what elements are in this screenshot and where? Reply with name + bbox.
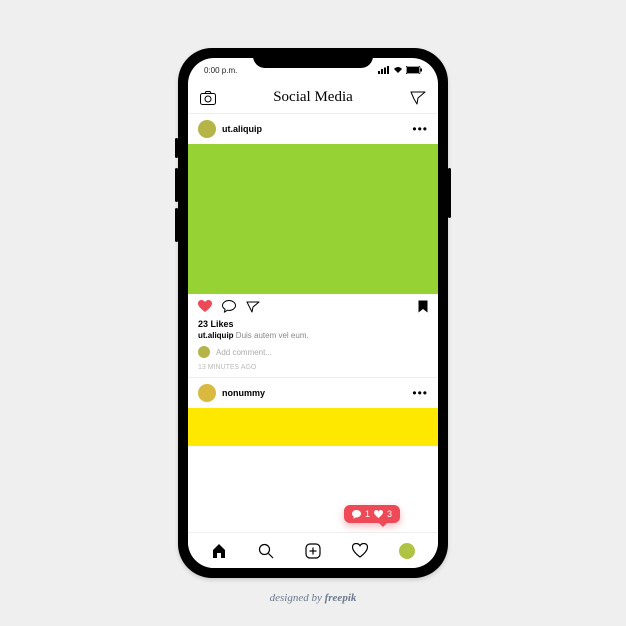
app-header: Social Media xyxy=(188,82,438,114)
battery-icon xyxy=(406,66,422,74)
app-title: Social Media xyxy=(273,89,353,106)
post-image[interactable] xyxy=(188,408,438,446)
profile-avatar xyxy=(399,543,415,559)
credit-prefix: designed by xyxy=(270,592,325,604)
camera-icon[interactable] xyxy=(200,91,216,105)
nav-search-icon[interactable] xyxy=(258,543,274,559)
username: ut.aliquip xyxy=(222,124,262,134)
signal-icon xyxy=(378,66,390,74)
phone-notch xyxy=(253,48,373,68)
caption-username[interactable]: ut.aliquip xyxy=(198,331,234,340)
status-time: 0:00 p.m. xyxy=(204,66,237,75)
timestamp: 13 MINUTES AGO xyxy=(188,362,438,377)
bottom-nav: 1 3 xyxy=(188,532,438,568)
side-button xyxy=(175,168,178,202)
avatar-small xyxy=(198,346,210,358)
wifi-icon xyxy=(393,66,403,74)
user-info[interactable]: nonummy xyxy=(198,384,265,402)
send-icon[interactable] xyxy=(410,91,426,105)
side-button xyxy=(175,208,178,242)
credit-brand: freepik xyxy=(325,592,357,604)
post-image[interactable] xyxy=(188,144,438,294)
caption-text: Duis autem vel eum. xyxy=(236,331,309,340)
credit-text: designed by freepik xyxy=(270,592,357,604)
caption: ut.aliquip Duis autem vel eum. xyxy=(188,329,438,342)
phone-screen: 0:00 p.m. Social Media ut.aliquip ••• xyxy=(188,58,438,568)
nav-profile-icon[interactable] xyxy=(399,543,415,559)
nav-home-icon[interactable] xyxy=(211,543,227,559)
more-icon[interactable]: ••• xyxy=(412,386,428,400)
more-icon[interactable]: ••• xyxy=(412,122,428,136)
nav-add-icon[interactable] xyxy=(305,543,321,559)
share-icon[interactable] xyxy=(246,301,260,313)
post-header: nonummy ••• xyxy=(188,378,438,408)
add-comment-placeholder: Add comment... xyxy=(216,348,272,357)
bookmark-icon[interactable] xyxy=(418,300,428,313)
notif-comments: 1 xyxy=(365,509,370,519)
avatar xyxy=(198,384,216,402)
like-button[interactable] xyxy=(198,300,212,313)
add-comment[interactable]: Add comment... xyxy=(188,342,438,362)
post-header: ut.aliquip ••• xyxy=(188,114,438,144)
notif-likes: 3 xyxy=(387,509,392,519)
nav-activity-icon[interactable] xyxy=(352,543,368,558)
avatar xyxy=(198,120,216,138)
comment-icon[interactable] xyxy=(222,300,236,313)
side-button xyxy=(448,168,451,218)
notification-bubble[interactable]: 1 3 xyxy=(344,505,400,523)
phone-frame: 0:00 p.m. Social Media ut.aliquip ••• xyxy=(178,48,448,578)
side-button xyxy=(175,138,178,158)
username: nonummy xyxy=(222,388,265,398)
post-actions xyxy=(188,294,438,319)
heart-icon xyxy=(374,510,383,518)
comment-icon xyxy=(352,510,361,519)
user-info[interactable]: ut.aliquip xyxy=(198,120,262,138)
status-icons xyxy=(378,66,422,74)
likes-count[interactable]: 23 Likes xyxy=(188,319,438,329)
